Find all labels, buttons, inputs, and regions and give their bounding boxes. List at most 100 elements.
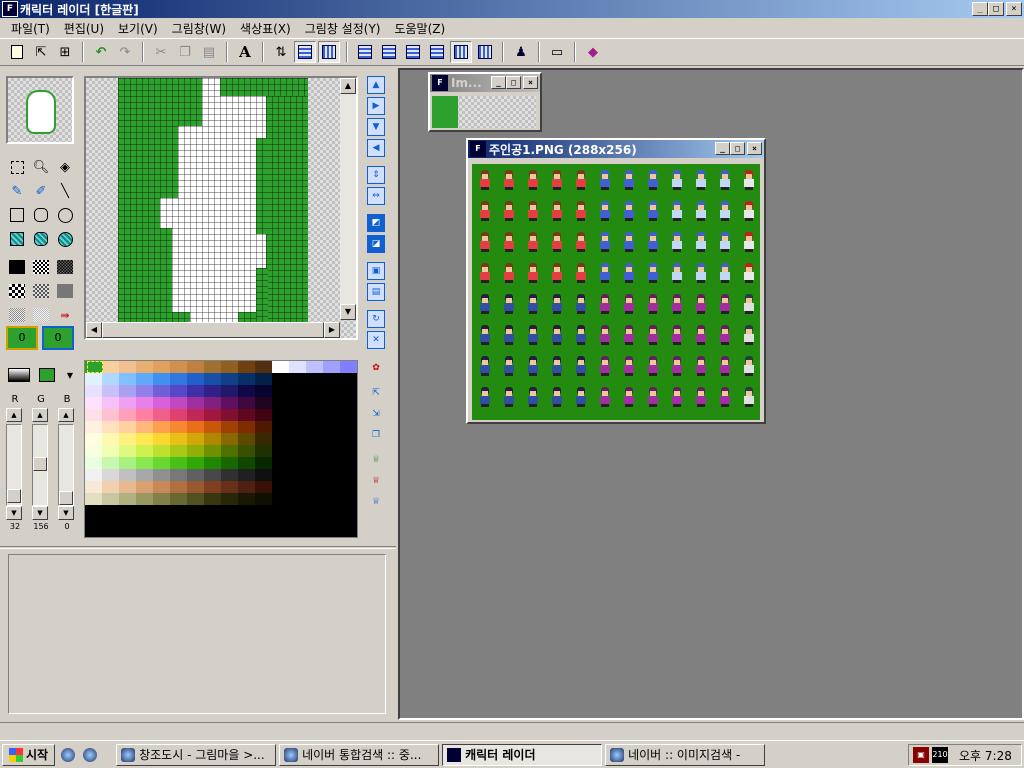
close-button[interactable]: ×: [1006, 2, 1022, 16]
move-down-button[interactable]: ▼: [367, 118, 385, 136]
palette-swatch[interactable]: [238, 397, 255, 409]
menu-edit[interactable]: 편집(U): [57, 20, 111, 37]
palette-swatch[interactable]: [255, 409, 272, 421]
sprite-minimize-button[interactable]: _: [715, 142, 730, 155]
palette-swatch[interactable]: [238, 493, 255, 505]
palette-swatch[interactable]: [85, 433, 102, 445]
palette-swatch[interactable]: [119, 421, 136, 433]
palette-swatch[interactable]: [323, 445, 340, 457]
rotate-button-1[interactable]: ◩: [367, 214, 385, 232]
pixel-canvas[interactable]: [118, 78, 308, 336]
palette-swatch[interactable]: [272, 433, 289, 445]
export-palette-button[interactable]: ⇲: [367, 406, 385, 424]
red-down-button[interactable]: ▼: [6, 506, 22, 520]
mirror-button-2[interactable]: ▤: [367, 283, 385, 301]
palette-swatch[interactable]: [272, 457, 289, 469]
palette-swatch[interactable]: [187, 505, 204, 517]
palette-swatch[interactable]: [238, 361, 255, 373]
palette-swatch[interactable]: [238, 433, 255, 445]
palette-swatch[interactable]: [102, 385, 119, 397]
palette-swatch[interactable]: [102, 469, 119, 481]
text-tool-button[interactable]: A: [234, 41, 256, 63]
palette-swatch[interactable]: [323, 361, 340, 373]
green-thumb[interactable]: [33, 457, 47, 471]
pattern-arrows[interactable]: ⇛: [54, 304, 76, 326]
sprite-sheet[interactable]: [472, 164, 760, 420]
small-close-button[interactable]: ×: [523, 76, 538, 89]
palette-swatch[interactable]: [255, 481, 272, 493]
layout-button-6[interactable]: [474, 41, 496, 63]
palette-swatch[interactable]: [187, 373, 204, 385]
palette-swatch[interactable]: [289, 409, 306, 421]
maximize-button[interactable]: □: [988, 2, 1004, 16]
palette-swatch[interactable]: [272, 481, 289, 493]
palette-swatch[interactable]: [170, 481, 187, 493]
filled-ellipse-tool[interactable]: [54, 228, 76, 250]
palette-swatch[interactable]: [153, 505, 170, 517]
palette-swatch[interactable]: [306, 409, 323, 421]
palette-swatch[interactable]: [340, 361, 357, 373]
red-up-button[interactable]: ▲: [6, 408, 22, 422]
clock[interactable]: 오후 7:28: [959, 747, 1012, 764]
palette-swatch[interactable]: [204, 469, 221, 481]
palette-swatch[interactable]: [170, 493, 187, 505]
start-button[interactable]: 시작: [2, 743, 56, 766]
palette-swatch[interactable]: [272, 421, 289, 433]
blue-up-button[interactable]: ▲: [58, 408, 74, 422]
quicklaunch-browser-1[interactable]: [59, 746, 77, 764]
palette-swatch[interactable]: [340, 409, 357, 421]
palette-swatch[interactable]: [119, 397, 136, 409]
palette-swatch[interactable]: [340, 433, 357, 445]
palette-swatch[interactable]: [153, 493, 170, 505]
palette-swatch[interactable]: [153, 361, 170, 373]
palette-swatch[interactable]: [306, 385, 323, 397]
pixel-editor[interactable]: ▲ ▼ ◀ ▶: [84, 76, 358, 340]
palette-swatch[interactable]: [306, 457, 323, 469]
dropper-tool[interactable]: ✐: [30, 180, 52, 202]
palette-swatch[interactable]: [204, 361, 221, 373]
palette-swatch[interactable]: [204, 397, 221, 409]
palette-swatch[interactable]: [255, 385, 272, 397]
palette-swatch[interactable]: [204, 433, 221, 445]
palette-swatch[interactable]: [204, 385, 221, 397]
palette-swatch[interactable]: [170, 409, 187, 421]
task-button-4[interactable]: 네이버 :: 이미지검색 -: [605, 743, 766, 766]
palette-swatch[interactable]: [306, 481, 323, 493]
palette-swatch[interactable]: [255, 469, 272, 481]
cut-button[interactable]: ✂: [150, 41, 172, 63]
move-up-button[interactable]: ▲: [367, 76, 385, 94]
mirror-button-1[interactable]: ▣: [367, 262, 385, 280]
palette-swatch[interactable]: [204, 493, 221, 505]
pattern-dots[interactable]: [54, 256, 76, 278]
palette-swatch[interactable]: [187, 445, 204, 457]
palette-swatch[interactable]: [238, 445, 255, 457]
layer-2-button[interactable]: 0: [42, 326, 74, 350]
menu-palette[interactable]: 색상표(X): [233, 20, 298, 37]
map-button-3[interactable]: ♕: [367, 494, 385, 512]
open-button[interactable]: ⇱: [30, 41, 52, 63]
import-button[interactable]: ⊞: [54, 41, 76, 63]
palette-swatch[interactable]: [204, 457, 221, 469]
grid2-toggle-button[interactable]: [318, 41, 340, 63]
palette-swatch[interactable]: [119, 493, 136, 505]
green-track[interactable]: [32, 424, 48, 506]
palette-swatch[interactable]: [187, 433, 204, 445]
scroll-up-button[interactable]: ▲: [340, 78, 356, 94]
redo-button[interactable]: ↷: [114, 41, 136, 63]
palette-swatch[interactable]: [340, 397, 357, 409]
palette-swatch[interactable]: [187, 469, 204, 481]
sprite-sheet-window[interactable]: F 주인공1.PNG (288x256) _ □ ×: [466, 138, 766, 424]
palette-swatch[interactable]: [289, 397, 306, 409]
layout-button-4[interactable]: [426, 41, 448, 63]
view-button[interactable]: ▭: [546, 41, 568, 63]
pattern-solid[interactable]: [6, 256, 28, 278]
palette-swatch[interactable]: [136, 493, 153, 505]
character-button[interactable]: ♟: [510, 41, 532, 63]
palette-swatch[interactable]: [204, 421, 221, 433]
palette-swatch[interactable]: [272, 445, 289, 457]
palette-swatch[interactable]: [340, 385, 357, 397]
pattern-dense[interactable]: [30, 256, 52, 278]
palette-swatch[interactable]: [170, 385, 187, 397]
palette-swatch[interactable]: [323, 421, 340, 433]
palette-swatch[interactable]: [153, 457, 170, 469]
